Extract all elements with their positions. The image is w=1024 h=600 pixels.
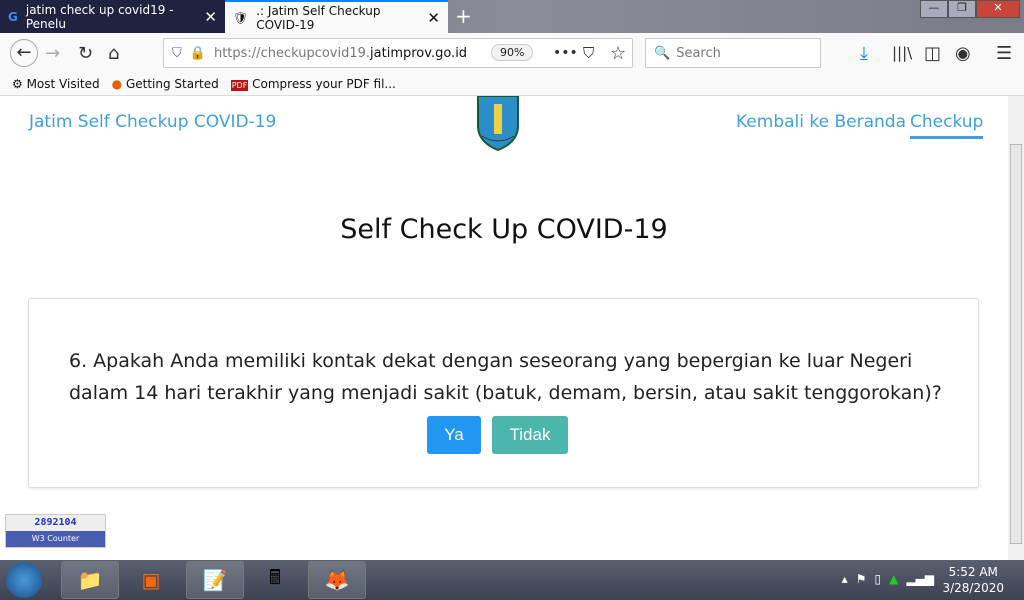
scrollbar[interactable] bbox=[1008, 96, 1024, 560]
question-text: 6. Apakah Anda memiliki kontak dekat den… bbox=[69, 350, 942, 404]
search-input[interactable]: 🔍 Search bbox=[645, 38, 821, 68]
close-tab-icon[interactable]: ✕ bbox=[427, 9, 440, 27]
power-icon[interactable]: ▯ bbox=[874, 572, 881, 586]
taskbar: 📁 ▣ 📝 🖩 🦊 ▴ ⚑ ▯ ▲ ▂▄▆ 5:52 AM 3/28/2020 bbox=[0, 560, 1024, 600]
bookmark-getting-started[interactable]: ● Getting Started bbox=[112, 77, 219, 91]
tab-google-search[interactable]: Gjatim check up covid19 - Penelu ✕ bbox=[0, 0, 225, 33]
close-tab-icon[interactable]: ✕ bbox=[204, 8, 217, 26]
tab-jatim-checkup[interactable]: 🛡.: Jatim Self Checkup COVID-19 ✕ bbox=[225, 0, 448, 33]
new-tab-button[interactable]: + bbox=[455, 4, 472, 28]
signal-icon[interactable]: ▂▄▆ bbox=[906, 572, 934, 586]
clock[interactable]: 5:52 AM 3/28/2020 bbox=[942, 564, 1004, 596]
forward-button[interactable]: → bbox=[45, 43, 60, 64]
close-window-button[interactable]: ✕ bbox=[976, 0, 1020, 18]
search-icon: 🔍 bbox=[654, 45, 671, 61]
yes-button[interactable]: Ya bbox=[427, 416, 481, 454]
account-icon[interactable]: ◉ bbox=[955, 43, 971, 64]
reload-button[interactable]: ↻ bbox=[78, 43, 93, 64]
calculator-icon[interactable]: 🖩 bbox=[246, 561, 304, 599]
bookmark-compress-pdf[interactable]: PDF Compress your PDF fil... bbox=[230, 77, 396, 91]
tab-bar: Gjatim check up covid19 - Penelu ✕ 🛡.: Ja… bbox=[0, 0, 1024, 33]
download-icon[interactable]: ⤓ bbox=[860, 43, 868, 64]
page-title: Self Check Up COVID-19 bbox=[340, 214, 668, 245]
bookmark-star-icon[interactable]: ☆ bbox=[610, 43, 626, 64]
flag-icon[interactable]: ⚑ bbox=[856, 572, 867, 586]
start-button[interactable] bbox=[6, 562, 42, 598]
site-brand[interactable]: Jatim Self Checkup COVID-19 bbox=[29, 112, 276, 132]
bookmarks-bar: ⚙ Most Visited ● Getting Started PDF Com… bbox=[0, 73, 1024, 96]
scrollbar-thumb[interactable] bbox=[1010, 144, 1022, 544]
visitor-counter[interactable]: 2892104 W3 Counter bbox=[5, 514, 106, 548]
system-tray[interactable]: ▴ ⚑ ▯ ▲ ▂▄▆ bbox=[842, 572, 934, 586]
notepad-icon[interactable]: 📝 bbox=[186, 561, 244, 599]
google-icon: G bbox=[8, 9, 18, 24]
more-icon[interactable]: ••• bbox=[553, 45, 578, 61]
sidebar-icon[interactable]: ◫ bbox=[924, 43, 941, 64]
show-hidden-icon[interactable]: ▴ bbox=[842, 572, 848, 586]
home-button[interactable]: ⌂ bbox=[108, 43, 119, 64]
no-button[interactable]: Tidak bbox=[492, 416, 568, 454]
app-tray-icon[interactable]: ▲ bbox=[889, 572, 898, 586]
firefox-taskbar-icon[interactable]: 🦊 bbox=[308, 561, 366, 599]
firefox-icon: ● bbox=[111, 77, 123, 91]
back-button[interactable]: ← bbox=[10, 39, 38, 67]
xampp-icon[interactable]: ▣ bbox=[122, 561, 180, 599]
restore-button[interactable]: ❐ bbox=[948, 0, 976, 18]
nav-home-link[interactable]: Kembali ke Beranda bbox=[736, 112, 906, 132]
lock-icon: 🔒 bbox=[189, 45, 206, 61]
shield-icon: ⛉ bbox=[172, 45, 182, 61]
library-icon[interactable]: |||\ bbox=[892, 44, 912, 62]
pdf-icon: PDF bbox=[230, 80, 249, 91]
minimize-button[interactable]: — bbox=[920, 0, 948, 18]
bookmark-most-visited[interactable]: ⚙ Most Visited bbox=[12, 77, 100, 91]
nav-bar: ← → ↻ ⌂ ⛉ 🔒 https://checkupcovid19.jatimpr… bbox=[0, 33, 1024, 73]
zoom-badge[interactable]: 90% bbox=[491, 44, 534, 61]
question-card: 6. Apakah Anda memiliki kontak dekat den… bbox=[28, 298, 979, 488]
jatim-logo bbox=[477, 96, 519, 152]
pocket-icon[interactable]: ⛉ bbox=[583, 44, 594, 62]
page-content: Jatim Self Checkup COVID-19 Kembali ke B… bbox=[0, 96, 1008, 560]
site-favicon: 🛡 bbox=[233, 10, 249, 25]
explorer-icon[interactable]: 📁 bbox=[61, 561, 119, 599]
nav-checkup-link[interactable]: Checkup bbox=[910, 112, 984, 139]
menu-icon[interactable]: ☰ bbox=[996, 43, 1012, 64]
